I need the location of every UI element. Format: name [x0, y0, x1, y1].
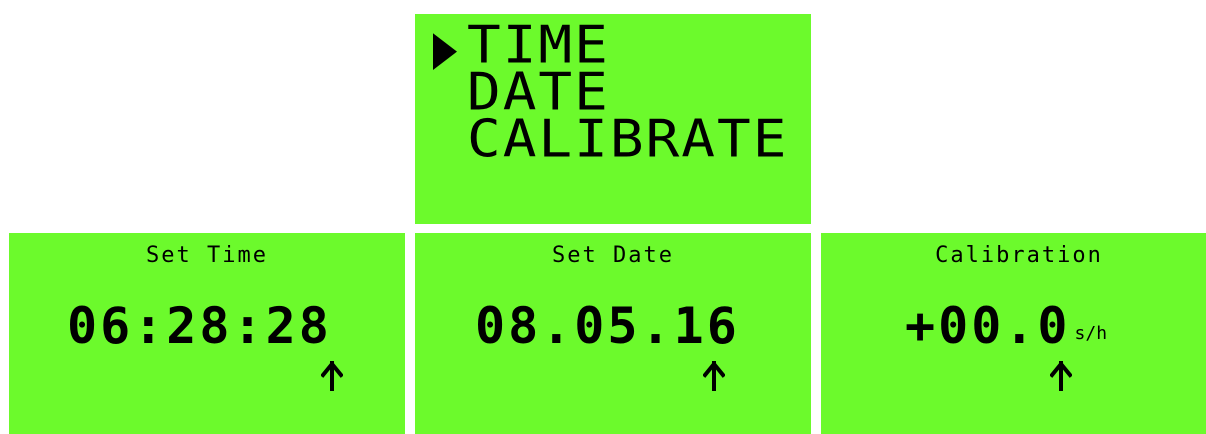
set-date-screen: Set Date 08.05.16 — [415, 233, 811, 434]
screen-title: Set Date — [552, 243, 674, 268]
date-value[interactable]: 08.05.16 — [475, 297, 740, 355]
up-arrow-icon — [703, 361, 725, 391]
set-time-screen: Set Time 06:28:28 — [9, 233, 405, 434]
menu-item-time[interactable]: TIME — [431, 20, 788, 71]
triangle-right-icon — [433, 33, 457, 70]
menu-list: TIME DATE CALIBRATE — [431, 20, 788, 166]
menu-item-calibrate[interactable]: CALIBRATE — [431, 114, 788, 166]
up-arrow-icon — [1050, 361, 1072, 391]
time-value[interactable]: 06:28:28 — [67, 297, 332, 355]
calibration-screen: Calibration +00.0 s/h — [821, 233, 1206, 434]
calibration-value-row[interactable]: +00.0 s/h — [905, 297, 1107, 355]
menu-screen: TIME DATE CALIBRATE — [415, 14, 811, 224]
screen-title: Calibration — [935, 243, 1103, 268]
menu-item-label: CALIBRATE — [467, 109, 789, 170]
calibration-unit: s/h — [1074, 323, 1108, 344]
screen-title: Set Time — [146, 243, 268, 268]
menu-item-date[interactable]: DATE — [431, 67, 788, 119]
up-arrow-icon — [321, 361, 343, 391]
calibration-value: +00.0 — [905, 297, 1071, 355]
